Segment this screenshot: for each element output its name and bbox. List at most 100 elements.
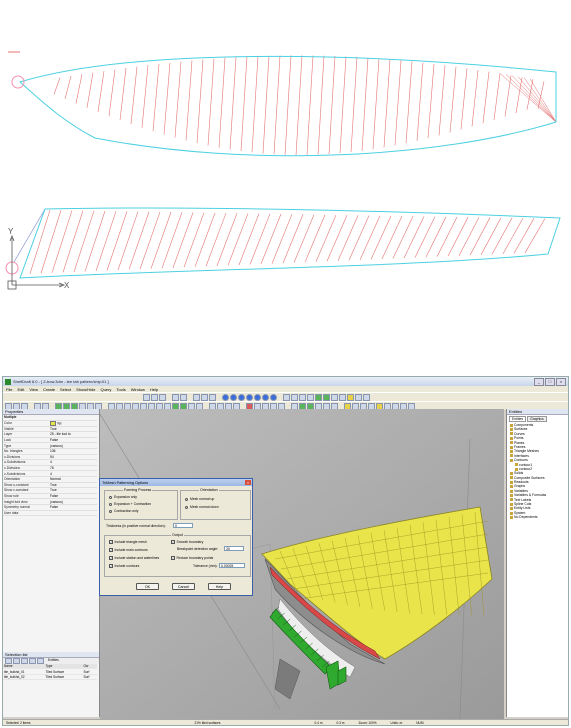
view-sphere-icon[interactable] [254, 393, 261, 401]
radio-contraction-only[interactable]: Contraction only [109, 509, 139, 513]
menu-window[interactable]: Window [131, 387, 145, 392]
rule-line-red [493, 73, 501, 120]
menu-select[interactable]: Select [60, 387, 71, 392]
toolbar-button[interactable] [180, 393, 187, 401]
rule-line-red [183, 212, 205, 268]
folder-icon [510, 502, 513, 506]
rule-line-red [469, 217, 491, 256]
check-smooth-boundary[interactable]: ✓ Smooth boundary [171, 540, 203, 544]
menu-show-hide[interactable]: Show/Hide [76, 387, 95, 392]
rule-line-red [447, 217, 469, 257]
ok-button[interactable]: OK [136, 583, 159, 590]
toolbar-button[interactable] [291, 393, 298, 401]
toolbar-button[interactable] [172, 393, 179, 401]
toolbar-button[interactable] [209, 393, 216, 401]
view-sphere-icon[interactable] [230, 393, 237, 401]
output-group: Output ✓ Include triangle mesh ✓ Include m… [104, 533, 251, 577]
view-sphere-icon[interactable] [238, 393, 245, 401]
toolbar-button[interactable] [355, 393, 362, 401]
status-bar: Selected: 2 items 21% tiled surfaces 0.4… [3, 719, 568, 725]
tree-item[interactable]: No Dependents [510, 515, 568, 520]
rule-line-red [152, 63, 160, 132]
menu-create[interactable]: Create [43, 387, 55, 392]
rule-line-red [471, 69, 479, 127]
close-button[interactable]: × [556, 377, 566, 386]
toolbar-button[interactable] [143, 393, 150, 401]
toolbar-button[interactable] [315, 393, 322, 401]
rule-line-red [414, 216, 436, 258]
toolbar-button[interactable] [307, 393, 314, 401]
maximize-button[interactable]: □ [545, 377, 555, 386]
check-include-main-contours[interactable]: ✓ Include main contours [109, 548, 148, 552]
tab-entities[interactable]: Entities [509, 416, 527, 422]
rule-line-red [348, 215, 370, 261]
add-icon[interactable] [13, 658, 20, 664]
rule-line-red [328, 55, 336, 155]
folder-icon [510, 471, 513, 475]
help-button[interactable]: Help [208, 583, 231, 590]
rule-line-red [499, 73, 557, 123]
breakpoint-angle-input[interactable]: 30 [224, 546, 244, 551]
toolbar-button[interactable] [283, 393, 290, 401]
tolerance-input[interactable]: 0.00025 [219, 563, 245, 568]
tab-graphics[interactable]: Graphics [527, 416, 547, 422]
toolbar-button[interactable] [299, 393, 306, 401]
thickness-input[interactable]: 0 [173, 523, 193, 528]
folder-icon [510, 450, 513, 454]
view-sphere-icon[interactable] [222, 393, 229, 401]
menu-query[interactable]: Query [100, 387, 111, 392]
radio-mesh-normal-down[interactable]: Mesh normal down [185, 505, 219, 509]
toolbar-button[interactable] [331, 393, 338, 401]
rule-line-red [372, 58, 380, 150]
selection-row[interactable]: tile_bulkhd_02 Tiled Surface Surf [3, 674, 97, 681]
menu-edit[interactable]: Edit [17, 387, 24, 392]
toolbar-button[interactable] [151, 393, 158, 401]
menu-file[interactable]: File [6, 387, 12, 392]
check-include-contours[interactable]: ✓ Include contours [109, 564, 139, 568]
rule-line-red [51, 210, 73, 273]
check-include-triangle-mesh[interactable]: ✓ Include triangle mesh [109, 540, 147, 544]
rule-line-red [108, 69, 116, 117]
rule-line-red [361, 57, 369, 151]
radio-mesh-normal-up[interactable]: Mesh normal up [185, 497, 214, 501]
toolbar-button[interactable] [323, 393, 330, 401]
rule-line-red [163, 62, 171, 135]
trimesh-patterning-dialog: TriMesh Patterning Options × Forming Pro… [99, 478, 253, 596]
toolbar-button[interactable] [363, 393, 370, 401]
check-reduce-boundary-points[interactable]: ✓ Reduce boundary points [171, 556, 213, 560]
radio-expansion-only[interactable]: Expansion only [109, 495, 137, 499]
toolbar-button[interactable] [347, 393, 354, 401]
tree-label: No Dependents [514, 515, 538, 520]
rule-line-red [229, 57, 237, 150]
toolbar-button[interactable] [159, 393, 166, 401]
remove-icon[interactable] [21, 658, 28, 664]
filter-icon[interactable] [29, 658, 36, 664]
menu-view[interactable]: View [29, 387, 38, 392]
selection-tab[interactable]: Entities [48, 658, 59, 664]
rule-line-red [293, 214, 315, 263]
color-swatch [50, 420, 56, 426]
toolbar-button[interactable] [201, 393, 208, 401]
clear-icon[interactable] [37, 658, 44, 664]
rule-line-red [295, 55, 303, 155]
rule-line-red [97, 70, 105, 113]
view-sphere-icon[interactable] [270, 393, 277, 401]
rule-line-red [130, 66, 138, 125]
checkbox-indicator: ✓ [109, 548, 113, 553]
rule-line-red [337, 215, 359, 261]
view-sphere-icon[interactable] [262, 393, 269, 401]
select-all-icon[interactable] [5, 658, 12, 664]
rule-line-red [392, 216, 414, 259]
toolbar-button[interactable] [339, 393, 346, 401]
menu-help[interactable]: Help [150, 387, 158, 392]
radio-expansion-contraction[interactable]: Expansion + Contraction [109, 502, 151, 506]
rule-line-red [383, 59, 391, 148]
property-row[interactable]: User data [3, 510, 97, 517]
toolbar-button[interactable] [193, 393, 200, 401]
check-include-station-waterlines[interactable]: ✓ Include station and waterlines [109, 556, 159, 560]
view-sphere-icon[interactable] [246, 393, 253, 401]
dialog-close-button[interactable]: × [245, 480, 251, 485]
minimize-button[interactable]: _ [534, 377, 544, 386]
menu-tools[interactable]: Tools [116, 387, 125, 392]
cancel-button[interactable]: Cancel [172, 583, 195, 590]
